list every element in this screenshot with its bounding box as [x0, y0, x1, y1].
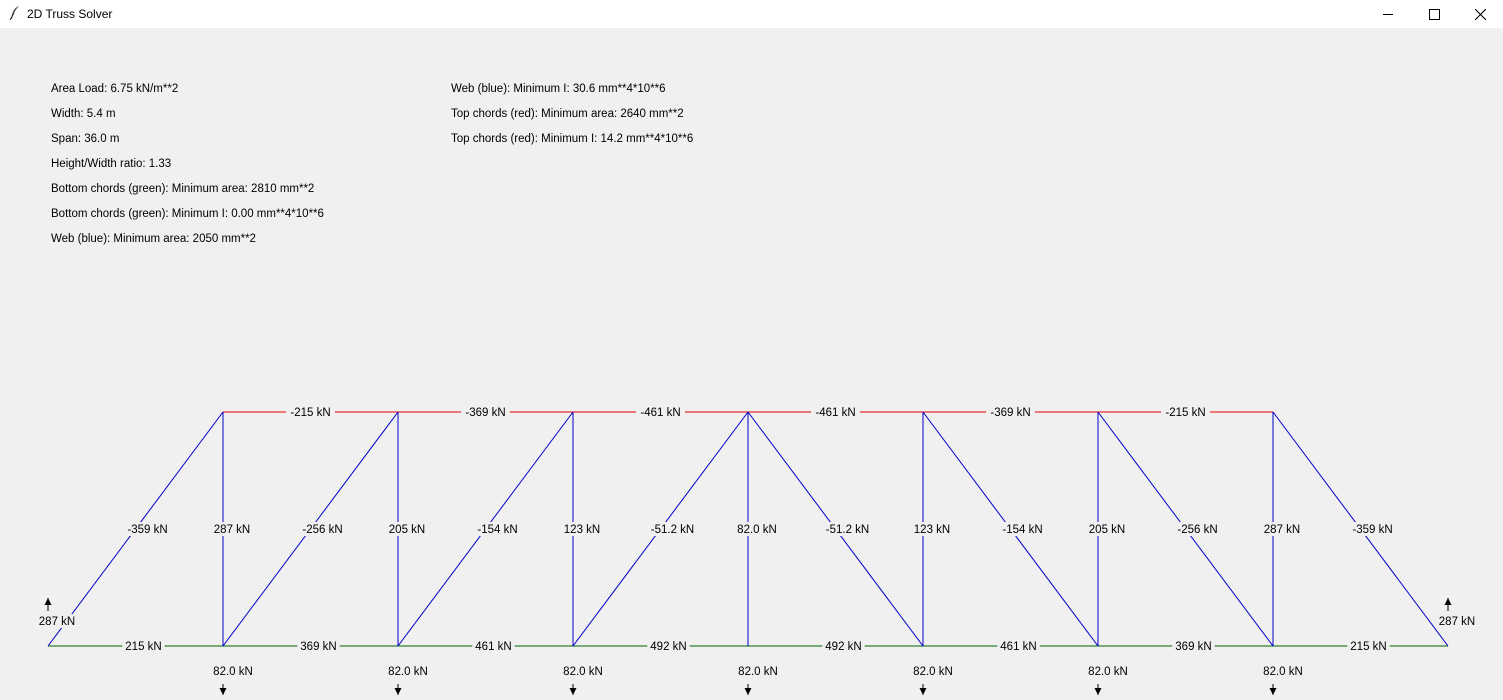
diagonal-force-label: -256 kN: [302, 524, 342, 536]
top-chord-force-label: -215 kN: [290, 407, 330, 419]
node-load-arrow-head: [569, 688, 577, 695]
feather-icon: [9, 6, 19, 21]
top-chord-force-label: -461 kN: [640, 407, 680, 419]
bottom-chord-force-label: 492 kN: [650, 641, 686, 653]
support-reaction-arrow-head: [44, 598, 52, 605]
node-load-label: 82.0 kN: [913, 666, 953, 678]
vertical-force-label: 205 kN: [1089, 524, 1125, 536]
vertical-force-label: 123 kN: [564, 524, 600, 536]
vertical-force-label: 123 kN: [914, 524, 950, 536]
node-load-arrow-head: [219, 688, 227, 695]
window-title: 2D Truss Solver: [27, 7, 113, 21]
node-load-arrow-head: [1094, 688, 1102, 695]
close-icon: [1474, 8, 1486, 20]
vertical-force-label: 205 kN: [389, 524, 425, 536]
top-chord-force-label: -369 kN: [465, 407, 505, 419]
top-chord-force-label: -215 kN: [1165, 407, 1205, 419]
bottom-chord-force-label: 215 kN: [1350, 641, 1386, 653]
diagonal-force-label: -51.2 kN: [826, 524, 869, 536]
node-load-arrow-head: [744, 688, 752, 695]
support-reaction-arrow-head: [1444, 598, 1452, 605]
maximize-icon: [1428, 8, 1440, 20]
bottom-chord-force-label: 461 kN: [475, 641, 511, 653]
support-reaction-label: 287 kN: [39, 616, 75, 628]
node-load-label: 82.0 kN: [1088, 666, 1128, 678]
node-load-arrow-head: [919, 688, 927, 695]
bottom-chord-force-label: 492 kN: [825, 641, 861, 653]
diagonal-force-label: -154 kN: [1002, 524, 1042, 536]
bottom-chord-force-label: 369 kN: [1175, 641, 1211, 653]
vertical-force-label: 287 kN: [1264, 524, 1300, 536]
node-load-arrow-head: [394, 688, 402, 695]
node-load-label: 82.0 kN: [738, 666, 778, 678]
node-load-label: 82.0 kN: [563, 666, 603, 678]
title-bar: 2D Truss Solver: [0, 0, 1503, 28]
maximize-button[interactable]: [1411, 0, 1457, 28]
minimize-button[interactable]: [1365, 0, 1411, 28]
node-load-label: 82.0 kN: [388, 666, 428, 678]
diagonal-force-label: -51.2 kN: [651, 524, 694, 536]
bottom-chord-force-label: 461 kN: [1000, 641, 1036, 653]
diagonal-force-label: -359 kN: [1352, 524, 1392, 536]
truss-canvas: -215 kN -369 kN -461 kN -461 kN -369 kN -215 …: [35, 405, 1479, 695]
node-load-label: 82.0 kN: [213, 666, 253, 678]
vertical-force-label: 82.0 kN: [737, 524, 777, 536]
bottom-chord-force-label: 215 kN: [125, 641, 161, 653]
top-chord-force-label: -461 kN: [815, 407, 855, 419]
diagonal-force-label: -256 kN: [1177, 524, 1217, 536]
close-button[interactable]: [1457, 0, 1503, 28]
support-reaction-label: 287 kN: [1439, 616, 1475, 628]
top-chord-force-label: -369 kN: [990, 407, 1030, 419]
bottom-chord-force-label: 369 kN: [300, 641, 336, 653]
diagonal-force-label: -154 kN: [477, 524, 517, 536]
node-load-label: 82.0 kN: [1263, 666, 1303, 678]
minimize-icon: [1383, 14, 1393, 15]
vertical-force-label: 287 kN: [214, 524, 250, 536]
diagonal-force-label: -359 kN: [127, 524, 167, 536]
node-load-arrow-head: [1269, 688, 1277, 695]
